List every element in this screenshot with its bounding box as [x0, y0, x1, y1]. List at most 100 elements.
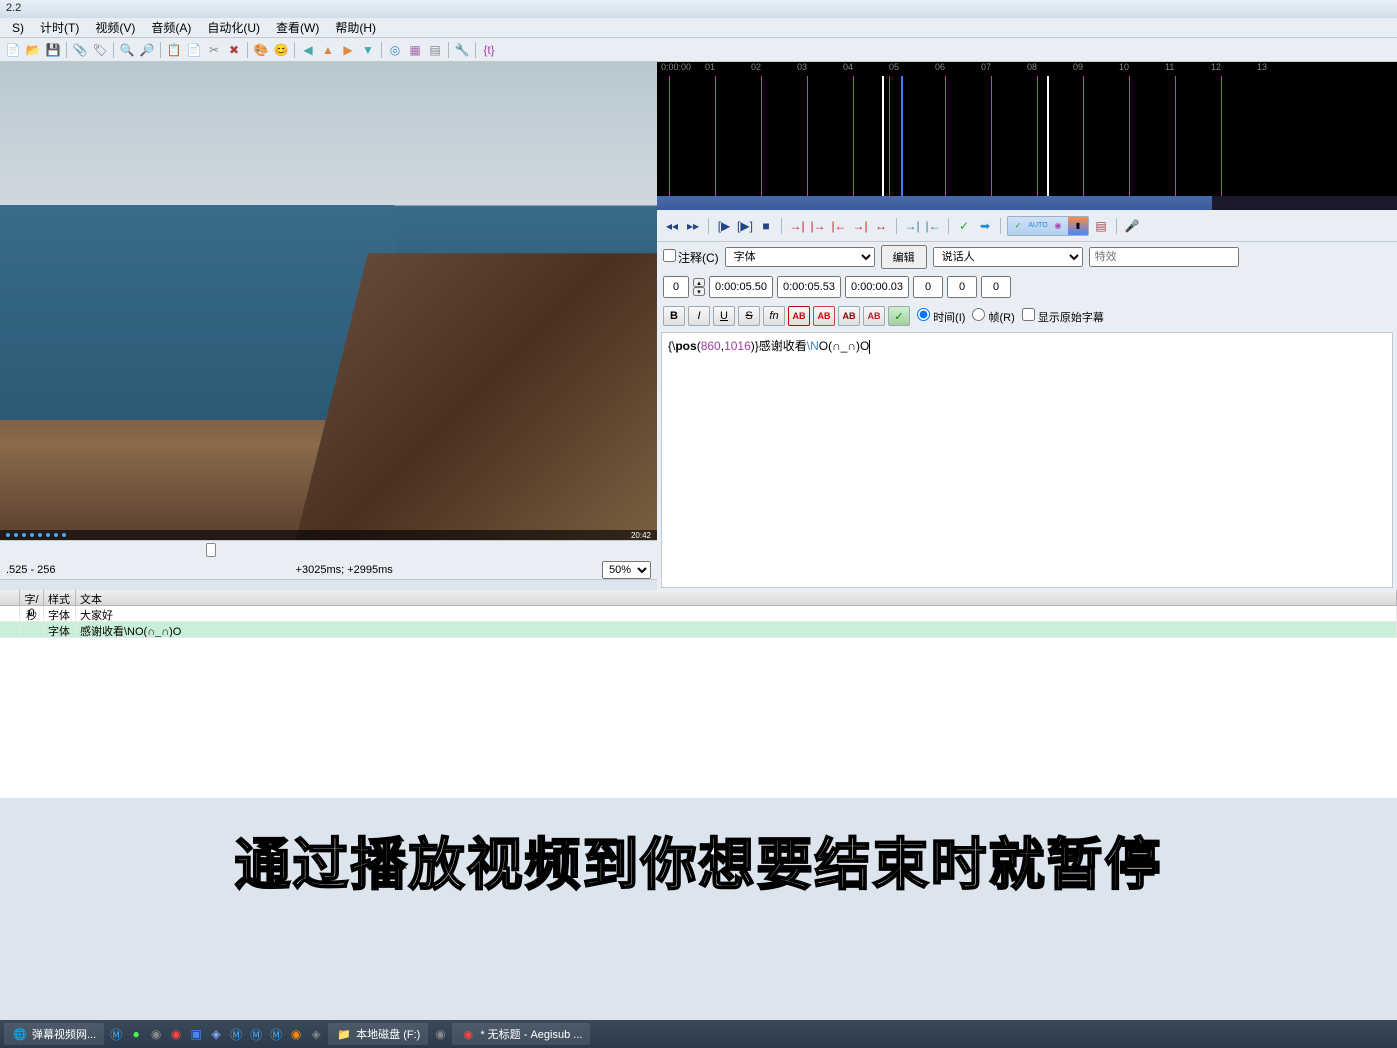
show-original-checkbox[interactable]	[1022, 308, 1035, 321]
paste-icon[interactable]: 📄	[185, 41, 203, 59]
spectrum-toggle[interactable]: ▮	[1068, 217, 1088, 235]
video-preview[interactable]: 20:42 .525 - 256 +3025ms; +2995ms 50%	[0, 62, 657, 580]
arrow-right-icon[interactable]: ▶	[339, 41, 357, 59]
play-after-end-icon[interactable]: →|	[851, 217, 869, 235]
copy-icon[interactable]: 📋	[165, 41, 183, 59]
delete-icon[interactable]: ✖	[225, 41, 243, 59]
taskbar-icon[interactable]: ◈	[208, 1026, 224, 1042]
play-before-end-icon[interactable]: |←	[830, 217, 848, 235]
tools-icon[interactable]: 🔧	[453, 41, 471, 59]
next-line-icon[interactable]: ▸▸	[684, 217, 702, 235]
replace-icon[interactable]: 🔎	[138, 41, 156, 59]
auto-next-toggle[interactable]: AUTO	[1028, 217, 1048, 235]
taskbar-item-aegisub[interactable]: ◉* 无标题 - Aegisub ...	[452, 1023, 590, 1045]
seek-thumb[interactable]	[206, 543, 216, 557]
script-icon[interactable]: {t}	[480, 41, 498, 59]
edit-style-button[interactable]: 编辑	[881, 245, 927, 269]
taskbar-icon[interactable]: Ⓜ	[108, 1026, 124, 1042]
play-500-before-icon[interactable]: ↔	[872, 217, 890, 235]
arrow-down-icon[interactable]: ▼	[359, 41, 377, 59]
menu-help[interactable]: 帮助(H)	[327, 17, 384, 38]
play-line-icon[interactable]: [▶]	[736, 217, 754, 235]
video-seek-slider[interactable]	[0, 540, 657, 560]
taskbar-icon[interactable]: ◉	[432, 1026, 448, 1042]
margin-r-input[interactable]	[947, 276, 977, 298]
margin-v-input[interactable]	[981, 276, 1011, 298]
color2-button[interactable]: AB	[813, 306, 835, 326]
show-original-label[interactable]: 显示原始字幕	[1022, 308, 1104, 325]
grid-empty-area[interactable]	[0, 638, 1397, 798]
taskbar-icon[interactable]: Ⓜ	[268, 1026, 284, 1042]
zoom-select[interactable]: 50%	[602, 561, 651, 579]
find-icon[interactable]: 🔍	[118, 41, 136, 59]
menu-timing[interactable]: 计时(T)	[32, 17, 87, 38]
italic-button[interactable]: I	[688, 306, 710, 326]
list-icon[interactable]: ▤	[426, 41, 444, 59]
start-time-input[interactable]	[709, 276, 773, 298]
grid-header-blank[interactable]	[0, 590, 20, 605]
grid-header-style[interactable]: 样式	[44, 590, 76, 605]
menu-s[interactable]: S)	[4, 19, 32, 37]
karaoke-icon[interactable]: 🎤	[1123, 217, 1141, 235]
taskbar-item-explorer[interactable]: 📁本地磁盘 (F:)	[328, 1023, 428, 1045]
layer-spinner[interactable]: ▴▾	[693, 278, 705, 296]
taskbar-icon[interactable]: Ⓜ	[248, 1026, 264, 1042]
clip-icon[interactable]: 📎	[71, 41, 89, 59]
duration-input[interactable]	[845, 276, 909, 298]
underline-button[interactable]: U	[713, 306, 735, 326]
waveform-spectrum[interactable]	[657, 76, 1397, 196]
bold-button[interactable]: B	[663, 306, 685, 326]
margin-l-input[interactable]	[913, 276, 943, 298]
taskbar-icon[interactable]: ◉	[148, 1026, 164, 1042]
layer-input[interactable]	[663, 276, 689, 298]
new-file-icon[interactable]: 📄	[4, 41, 22, 59]
color1-button[interactable]: AB	[788, 306, 810, 326]
taskbar-item[interactable]: 🌐弹幕视频网...	[4, 1023, 104, 1045]
menu-view[interactable]: 查看(W)	[268, 17, 327, 38]
scrollbar-thumb[interactable]	[657, 196, 1212, 210]
end-time-input[interactable]	[777, 276, 841, 298]
menu-video[interactable]: 视频(V)	[87, 17, 143, 38]
arrow-left-icon[interactable]: ◀	[299, 41, 317, 59]
taskbar-icon[interactable]: ◉	[288, 1026, 304, 1042]
menu-automation[interactable]: 自动化(U)	[199, 17, 268, 38]
open-folder-icon[interactable]: 📂	[24, 41, 42, 59]
commit-text-button[interactable]: ✓	[888, 306, 910, 326]
next-commit-icon[interactable]: ➡	[976, 217, 994, 235]
tag-icon[interactable]: 🏷	[91, 41, 109, 59]
lead-out-icon[interactable]: |←	[924, 217, 942, 235]
face-icon[interactable]: 😊	[272, 41, 290, 59]
stop-icon[interactable]: ■	[757, 217, 775, 235]
subtitle-text-input[interactable]: {\pos(860,1016)}感谢收看\NO(∩_∩)O	[661, 332, 1393, 588]
frame-icon[interactable]: ▦	[406, 41, 424, 59]
time-radio[interactable]	[917, 308, 930, 321]
save-icon[interactable]: 💾	[44, 41, 62, 59]
play-after-start-icon[interactable]: |→	[809, 217, 827, 235]
taskbar-icon[interactable]: ●	[128, 1026, 144, 1042]
taskbar-icon[interactable]: Ⓜ	[228, 1026, 244, 1042]
strike-button[interactable]: S	[738, 306, 760, 326]
play-selection-icon[interactable]: [▶	[715, 217, 733, 235]
auto-scroll-toggle[interactable]: ◉	[1048, 217, 1068, 235]
time-radio-label[interactable]: 时间(I)	[917, 308, 965, 325]
font-button[interactable]: fn	[763, 306, 785, 326]
target-icon[interactable]: ◎	[386, 41, 404, 59]
play-before-start-icon[interactable]: →|	[788, 217, 806, 235]
style-select[interactable]: 字体	[725, 247, 875, 267]
grid-row[interactable]: 字体 感谢收看\NO(∩_∩)O	[0, 622, 1397, 638]
medusa-toggle[interactable]: ▤	[1092, 217, 1110, 235]
prev-line-icon[interactable]: ◂◂	[663, 217, 681, 235]
commit-icon[interactable]: ✓	[955, 217, 973, 235]
color4-button[interactable]: AB	[863, 306, 885, 326]
actor-select[interactable]: 说话人	[933, 247, 1083, 267]
menu-audio[interactable]: 音频(A)	[143, 17, 199, 38]
arrow-up-icon[interactable]: ▲	[319, 41, 337, 59]
audio-waveform[interactable]: 0:00:00 01 02 03 04 05 06 07 08 09 10 11…	[657, 62, 1397, 210]
frame-radio[interactable]	[972, 308, 985, 321]
taskbar-icon[interactable]: ▣	[188, 1026, 204, 1042]
waveform-scrollbar[interactable]	[657, 196, 1397, 210]
comment-checkbox-label[interactable]: 注释(C)	[663, 249, 719, 266]
grid-row[interactable]: 0 字体 大家好	[0, 606, 1397, 622]
cut-icon[interactable]: ✂	[205, 41, 223, 59]
color3-button[interactable]: AB	[838, 306, 860, 326]
